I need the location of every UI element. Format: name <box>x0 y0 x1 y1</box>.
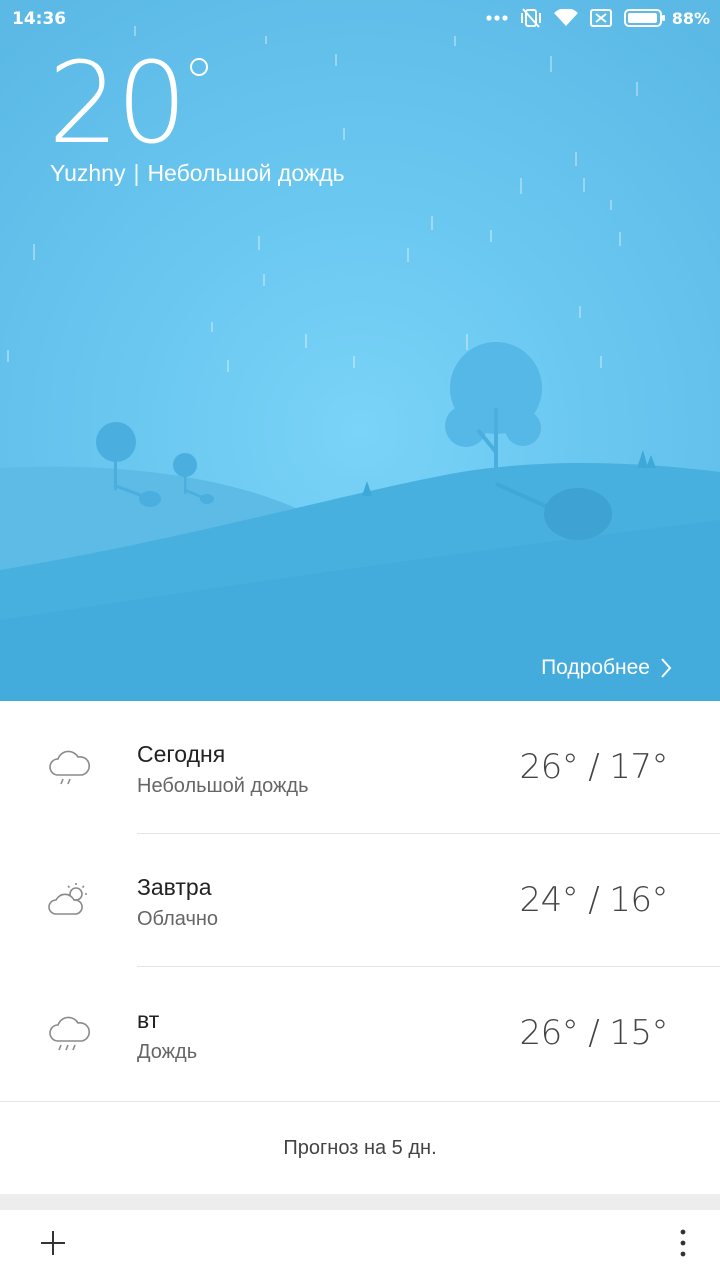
forecast-condition: Небольшой дождь <box>137 775 309 797</box>
forecast-condition: Облачно <box>137 908 219 930</box>
forecast-low: 17° <box>609 747 668 787</box>
degree-symbol <box>190 58 208 76</box>
add-city-icon[interactable] <box>40 1230 66 1256</box>
wifi-icon <box>553 9 578 27</box>
details-link[interactable]: Подробнее <box>541 656 672 680</box>
forecast-temperature-range: 26°/17° <box>519 747 669 787</box>
current-weather-hero: 14:36 88% 20 Yuzhny | Небольшой дождь По… <box>0 0 720 701</box>
forecast-condition: Дождь <box>137 1041 198 1063</box>
forecast-day: вт <box>137 1007 160 1033</box>
forecast-temperature-range: 24°/16° <box>519 880 669 920</box>
forecast-row-tuesday[interactable]: вт Дождь 26°/15° <box>0 967 720 1100</box>
forecast-temperature-range: 26°/15° <box>519 1013 669 1053</box>
battery-percent: 88% <box>671 8 710 28</box>
current-condition: Небольшой дождь <box>147 160 345 186</box>
vibrate-off-icon <box>520 7 542 29</box>
city-name: Yuzhny <box>50 160 126 186</box>
status-icons: 88% <box>474 6 710 30</box>
forecast-row-today[interactable]: Сегодня Небольшой дождь 26°/17° <box>0 701 720 834</box>
details-label: Подробнее <box>541 656 650 679</box>
current-temperature: 20 <box>48 39 188 169</box>
rain-icon <box>49 1016 91 1051</box>
forecast-high: 26° <box>519 1013 579 1053</box>
forecast-list: Сегодня Небольшой дождь 26°/17° Завтра О… <box>0 701 720 1100</box>
forecast-row-tomorrow[interactable]: Завтра Облачно 24°/16° <box>0 834 720 967</box>
five-day-forecast-button[interactable]: Прогноз на 5 дн. <box>0 1101 720 1195</box>
weather-app-screen: 14:36 88% 20 Yuzhny | Небольшой дождь По… <box>0 0 720 1280</box>
forecast-day: Завтра <box>137 874 212 900</box>
forecast-high: 26° <box>519 747 579 787</box>
status-time: 14:36 <box>12 9 67 29</box>
forecast-day: Сегодня <box>137 741 226 767</box>
location-condition-line: Yuzhny | Небольшой дождь <box>50 160 345 187</box>
forecast-high: 24° <box>519 880 579 920</box>
chevron-right-icon <box>661 658 672 678</box>
no-sim-icon <box>589 9 612 27</box>
separator: | <box>133 160 140 186</box>
more-dots-icon <box>486 14 508 22</box>
battery-icon <box>623 9 666 27</box>
light-rain-icon <box>49 750 91 785</box>
forecast-low: 16° <box>609 880 668 920</box>
bottom-toolbar <box>0 1210 720 1280</box>
partly-cloudy-icon <box>48 883 87 915</box>
section-separator <box>0 1194 720 1210</box>
status-bar: 14:36 88% <box>0 0 720 36</box>
more-options-icon[interactable] <box>678 1228 688 1258</box>
forecast-low: 15° <box>609 1013 668 1053</box>
